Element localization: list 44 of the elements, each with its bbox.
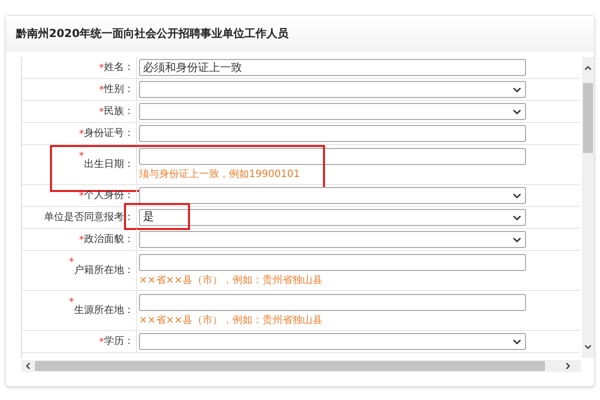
field-hint: ××省××县（市），例如：贵州省独山县 [139, 314, 324, 328]
required-mark: * [79, 150, 84, 164]
horizontal-scrollbar[interactable] [21, 360, 581, 372]
chevron-left-icon[interactable] [23, 361, 33, 371]
field-hint: ××省××县（市），例如：贵州省独山县 [139, 274, 324, 288]
required-mark: * [79, 234, 84, 248]
field-label: 姓名： [104, 61, 134, 75]
scrollbar-thumb[interactable] [35, 361, 545, 371]
field-label: 个人身份： [84, 189, 134, 203]
select-field[interactable] [139, 103, 526, 120]
field-hint: 须与身份证上一致，例如19900101 [139, 168, 301, 182]
chevron-up-icon[interactable] [583, 63, 593, 73]
input-field[interactable] [139, 294, 526, 310]
input-field[interactable] [139, 254, 526, 270]
select-field[interactable] [139, 333, 526, 350]
required-mark: * [79, 128, 84, 142]
input-field[interactable] [139, 125, 526, 142]
input-field[interactable]: 必须和身份证上一致 [139, 59, 526, 76]
required-mark: * [99, 106, 104, 120]
field-label: 民族： [104, 104, 134, 119]
select-field[interactable] [139, 81, 526, 98]
field-label: 出生日期： [84, 158, 134, 172]
select-field[interactable]: 是 [139, 209, 526, 226]
required-mark: * [99, 62, 104, 76]
select-field[interactable] [139, 231, 526, 248]
scrollbar-thumb[interactable] [583, 83, 593, 153]
required-mark: * [99, 85, 104, 98]
form-title: 黔南州2020年统一面向社会公开招聘事业单位工作人员 [6, 16, 594, 52]
field-label: 身份证号： [84, 127, 134, 141]
field-label: 学历： [104, 335, 134, 349]
field-label: 户籍所在地： [74, 264, 134, 278]
chevron-right-icon[interactable] [563, 361, 573, 371]
required-mark: * [69, 256, 74, 270]
required-mark: * [79, 190, 84, 204]
field-label: 政治面貌： [84, 233, 134, 247]
field-label: 生源所在地： [74, 304, 134, 318]
required-mark: * [99, 336, 104, 350]
input-field[interactable] [139, 148, 526, 164]
field-label: 单位是否同意报考： [44, 210, 134, 225]
select-field[interactable] [139, 187, 526, 204]
field-label: 性别： [104, 82, 134, 97]
required-mark: * [69, 296, 74, 310]
vertical-scrollbar[interactable] [582, 57, 594, 358]
chevron-down-icon[interactable] [583, 342, 593, 352]
